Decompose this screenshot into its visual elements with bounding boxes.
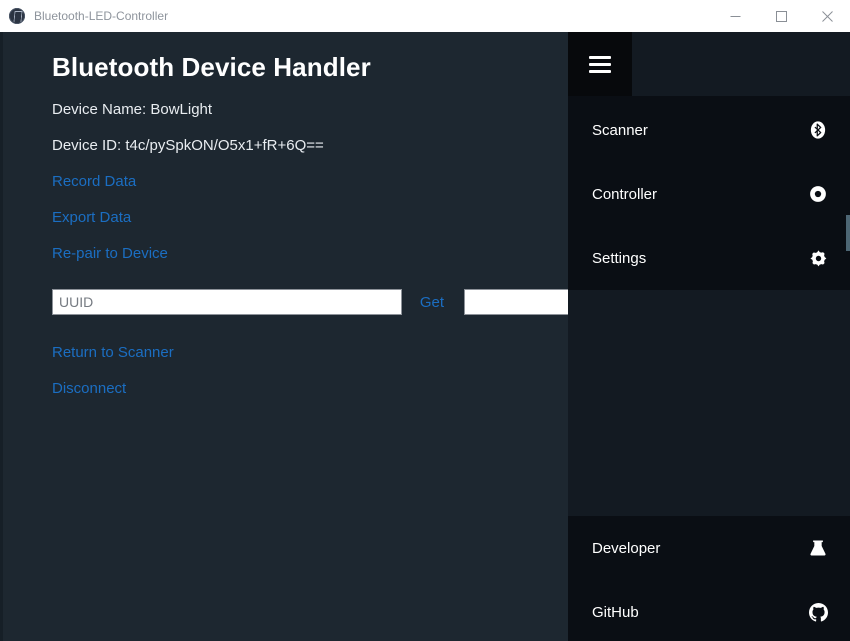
hamburger-icon [589,56,611,73]
sidebar-item-label: Scanner [592,122,808,139]
sidebar-item-label: Controller [592,186,808,203]
sidebar-bottom-nav: Developer GitHub [568,516,850,641]
window-title: Bluetooth-LED-Controller [34,9,168,23]
sidebar-item-scanner[interactable]: Scanner [568,98,850,162]
window-controls [712,0,850,32]
application-window: Bluetooth-LED-Controller Bluetooth Devic… [0,0,850,641]
sidebar: Scanner Controller Set [568,32,850,641]
vertical-scrollbar-thumb[interactable] [846,215,850,251]
minimize-icon[interactable] [712,0,758,32]
left-edge-divider [0,32,3,641]
sidebar-item-github[interactable]: GitHub [568,580,850,641]
sidebar-item-label: Settings [592,250,808,267]
record-data-link[interactable]: Record Data [52,172,136,192]
sidebar-item-settings[interactable]: Settings [568,226,850,290]
menu-toggle-button[interactable] [568,32,632,96]
device-id-text: Device ID: t4c/pySpkON/O5x1+fR+6Q== [52,136,572,156]
bluetooth-icon [808,120,828,140]
uuid-value-input[interactable] [464,289,572,315]
re-pair-to-device-link[interactable]: Re-pair to Device [52,244,168,264]
sidebar-spacer [568,290,850,516]
export-data-link[interactable]: Export Data [52,208,131,228]
bluetooth-app-icon [9,8,25,24]
disconnect-link[interactable]: Disconnect [52,379,126,399]
get-link[interactable]: Get [420,294,444,311]
close-icon[interactable] [804,0,850,32]
sidebar-item-label: GitHub [592,604,808,621]
sidebar-top-nav: Scanner Controller Set [568,96,850,290]
return-to-scanner-link[interactable]: Return to Scanner [52,343,174,363]
maximize-icon[interactable] [758,0,804,32]
github-icon [808,602,828,622]
sidebar-header [568,32,850,96]
sidebar-item-label: Developer [592,540,808,557]
title-bar-left: Bluetooth-LED-Controller [0,8,712,24]
gear-icon [808,248,828,268]
device-name-text: Device Name: BowLight [52,100,572,120]
sidebar-item-developer[interactable]: Developer [568,516,850,580]
sidebar-item-controller[interactable]: Controller [568,162,850,226]
record-circle-icon [808,184,828,204]
flask-icon [808,538,828,558]
title-bar: Bluetooth-LED-Controller [0,0,850,33]
page-title: Bluetooth Device Handler [52,50,572,84]
bottom-links-group: Return to Scanner Disconnect [52,343,572,399]
uuid-query-row: Get [52,289,572,315]
device-handler-panel: Bluetooth Device Handler Device Name: Bo… [52,50,572,399]
vertical-scrollbar-track[interactable] [846,32,850,641]
uuid-input[interactable] [52,289,402,315]
